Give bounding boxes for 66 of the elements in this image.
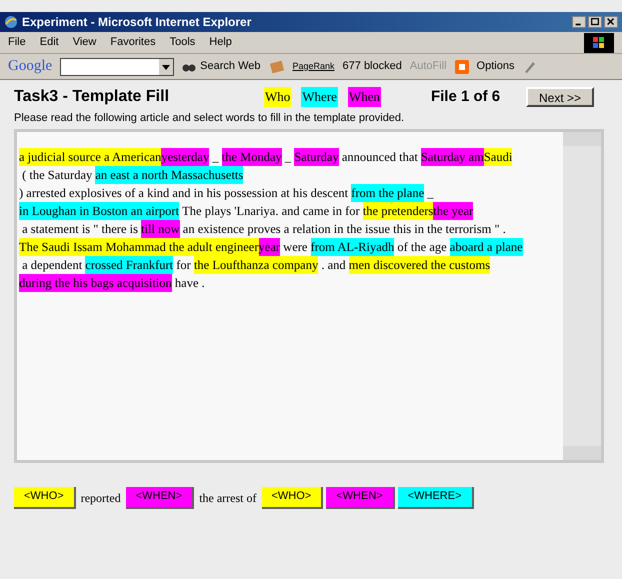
legend-tag: Where — [301, 87, 338, 107]
article-text: a dependent — [21, 256, 84, 274]
article-text: were — [282, 238, 308, 256]
maximize-icon[interactable] — [588, 16, 602, 28]
window-title: Experiment - Microsoft Internet Explorer — [22, 14, 252, 31]
search-field[interactable] — [60, 58, 174, 76]
article-text: for — [175, 256, 192, 274]
template-slot[interactable]: <WHO> — [14, 486, 76, 508]
highlighted-phrase[interactable]: an east a north Massachusetts — [95, 166, 244, 184]
highlighted-phrase[interactable]: the Monday — [222, 148, 282, 166]
menu-item[interactable]: Tools — [170, 34, 196, 51]
minimize-icon[interactable] — [572, 16, 586, 28]
highlighted-phrase[interactable]: from the plane — [351, 184, 424, 202]
template-text: the arrest of — [199, 490, 256, 506]
template-slot[interactable]: <WHO> — [262, 486, 324, 508]
menu-item[interactable]: Favorites — [110, 34, 156, 51]
article-text: an existence proves a relation in the issue this in the terrorism " . — [182, 220, 506, 238]
article-text: . and — [320, 256, 347, 274]
menu-item[interactable]: Edit — [40, 34, 59, 51]
article-text: _ — [426, 184, 435, 202]
pagerank-label: PageRank — [292, 60, 335, 73]
highlighted-phrase[interactable]: till now — [141, 220, 180, 238]
highlighted-phrase[interactable]: crossed Frankfurt — [85, 256, 174, 274]
article-text: announced that — [340, 148, 419, 166]
article-text: _ — [211, 148, 220, 166]
highlighted-phrase[interactable]: the year — [433, 202, 474, 220]
template-slot[interactable]: <WHERE> — [398, 486, 474, 508]
search-web-button[interactable]: Search Web — [182, 58, 260, 75]
article-text: ) arrested explosives of a kind and in his possession at his descent — [19, 184, 350, 202]
template-slot[interactable]: <WHEN> — [126, 486, 194, 508]
close-icon[interactable] — [604, 16, 618, 28]
highlighted-phrase[interactable]: during the his bags acquisition — [19, 274, 172, 292]
dropdown-icon[interactable] — [159, 58, 174, 74]
article-text: ( the Saturday — [21, 166, 94, 184]
highlighted-phrase[interactable]: The Saudi Issam Mohammad the adult engineer — [19, 238, 259, 256]
highlighted-phrase[interactable]: Saudi — [484, 148, 512, 166]
article-text: of the age — [396, 238, 448, 256]
instructions: Please read the following article and select words to fill in the template provided. — [14, 111, 406, 126]
article-text: have . — [174, 274, 205, 292]
browser-icon — [4, 15, 18, 29]
menu-item[interactable]: Help — [209, 34, 232, 51]
highlighted-phrase[interactable]: from AL-Riyadh — [310, 238, 394, 256]
next-button[interactable]: Next >> — [526, 87, 594, 107]
windows-logo-icon — [584, 32, 614, 52]
file-counter: File 1 of 6 — [430, 86, 500, 107]
popup-blocker-status[interactable]: 677 blocked — [342, 58, 402, 75]
highlighted-phrase[interactable]: the pretenders — [362, 202, 434, 220]
options-button[interactable]: Options — [476, 58, 514, 75]
legend-tag: Who — [264, 87, 292, 107]
article-text: The plays 'Lnariya. and came in for — [181, 202, 361, 220]
blogger-icon[interactable] — [454, 60, 469, 74]
template-text: reported — [80, 490, 121, 506]
template-slot[interactable]: <WHEN> — [326, 486, 395, 508]
highlighted-phrase[interactable]: Saturday — [294, 148, 339, 166]
menu-item[interactable]: View — [72, 34, 96, 51]
legend-tag: When — [348, 87, 381, 107]
page-title: Task3 - Template Fill — [14, 87, 170, 107]
menu-item[interactable]: File — [8, 34, 26, 51]
article-text: _ — [284, 148, 292, 166]
highlighted-phrase[interactable]: a judicial source a American — [19, 148, 162, 166]
article-text: a statement is " there is — [21, 220, 139, 238]
highlighted-phrase[interactable]: men discovered the customs — [348, 256, 490, 274]
highlighted-phrase[interactable]: aboard a plane — [450, 238, 523, 256]
highlighted-phrase[interactable]: in Loughan in Boston an airport — [19, 202, 180, 220]
highlighted-phrase[interactable]: Saturday am — [420, 148, 484, 166]
google-logo[interactable]: Google — [8, 55, 52, 78]
